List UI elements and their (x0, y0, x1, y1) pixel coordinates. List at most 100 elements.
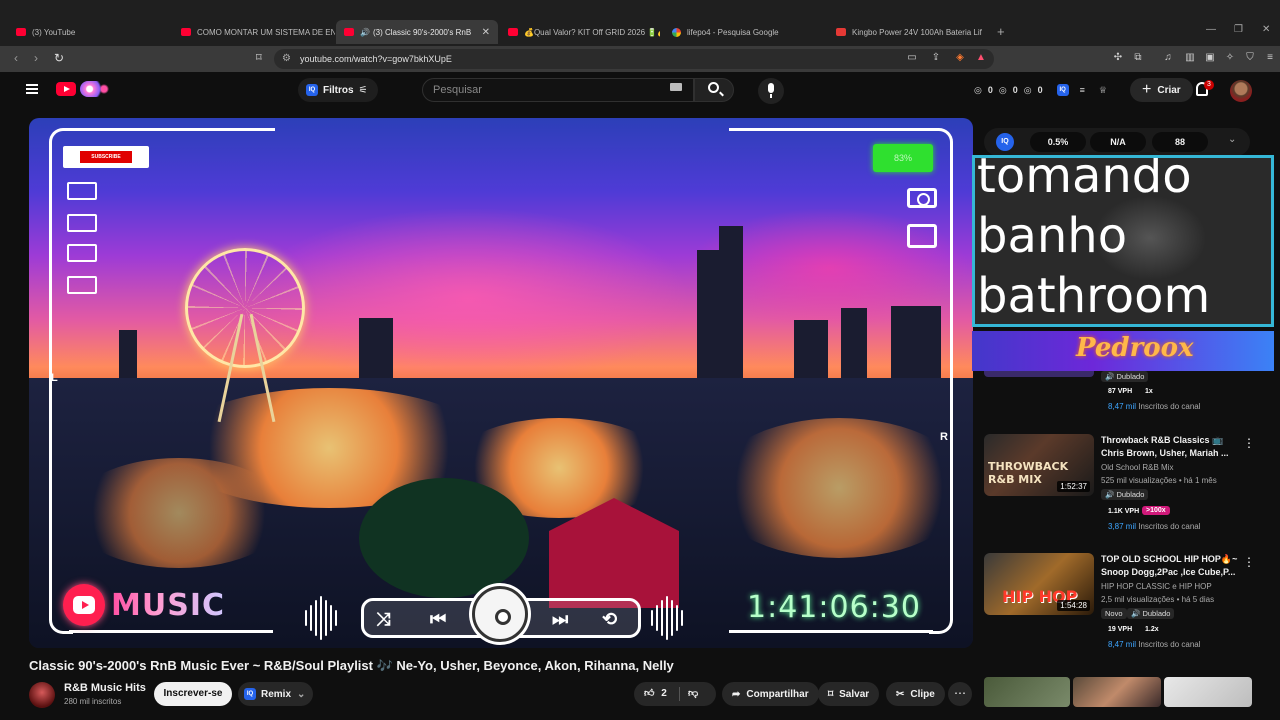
forward-icon[interactable]: › (34, 51, 38, 65)
youtube-icon (344, 28, 354, 36)
video-player[interactable]: SUBSCRIBE 83% L R MUSIC ⤨ ⏮ ⏭ ⟲ 1:41:06:… (29, 118, 973, 648)
subscribe-button[interactable]: Inscrever-se (154, 682, 232, 706)
voice-search-button[interactable] (758, 78, 784, 104)
close-window-icon[interactable]: ✕ (1262, 24, 1270, 35)
thumbs-up-icon: 👍︎ (644, 688, 655, 699)
channel-avatar[interactable] (29, 682, 55, 708)
menu-icon[interactable]: ≡ (1264, 52, 1276, 64)
subs-label: Inscritos do canal (1138, 402, 1201, 411)
store-icon (836, 28, 846, 36)
media-icon[interactable]: ♫ (1162, 52, 1174, 64)
related-video-item[interactable]: THROWBACK R&B MIX 1:52:37 Throwback R&B … (984, 434, 1274, 534)
like-button[interactable]: 👍︎ 2 (644, 687, 667, 699)
site-settings-icon[interactable]: ⚙ (282, 53, 291, 64)
thumbnail[interactable] (984, 677, 1070, 707)
tab-youtube-home[interactable]: (3) YouTube (8, 20, 173, 44)
account-avatar[interactable] (1230, 80, 1252, 102)
tab-label: COMO MONTAR UM SISTEMA DE EN (197, 27, 335, 37)
browser-tab-bar: (3) YouTube COMO MONTAR UM SISTEMA DE EN… (0, 0, 1280, 46)
tab-current-video[interactable]: 🔊 (3) Classic 90's-2000's RnB M ✕ (336, 20, 498, 44)
tab-kingbo[interactable]: Kingbo Power 24V 100Ah Bateria Lif (828, 20, 988, 44)
chevron-down-icon[interactable]: ⌄ (1228, 134, 1236, 145)
thumbnail[interactable] (1073, 677, 1161, 707)
vpn-icon[interactable]: ⛉ (1244, 52, 1256, 64)
banner-text: Pedroox (1076, 333, 1194, 363)
youtube-icon (508, 28, 518, 36)
dubbed-badge: 🔊 Dublado (1127, 608, 1175, 619)
tab-como-montar[interactable]: COMO MONTAR UM SISTEMA DE EN (173, 20, 335, 44)
battery-indicator: 83% (873, 144, 933, 172)
list-icon[interactable]: ≡ (1080, 85, 1085, 95)
channel-name: HIP HOP CLASSIC e HIP HOP (1101, 582, 1212, 591)
search-placeholder: Pesquisar (433, 84, 482, 96)
notification-badge: 3 (1204, 80, 1214, 90)
clip-button[interactable]: ✂ Clipe (886, 682, 945, 706)
hamburger-menu-icon[interactable] (26, 84, 38, 94)
filters-button[interactable]: IQ Filtros ⚟ (298, 78, 378, 102)
previous-icon: ⏮ (430, 609, 447, 629)
overlay-text-line: tomando (977, 155, 1192, 204)
video-title: Classic 90's-2000's RnB Music Ever ~ R&B… (29, 658, 674, 673)
search-input[interactable]: Pesquisar (422, 78, 694, 102)
address-bar[interactable]: ⚙ youtube.com/watch?v=gow7bkhXUpE (274, 49, 994, 69)
doodle-logo[interactable] (80, 81, 112, 97)
back-icon[interactable]: ‹ (14, 51, 18, 65)
channel-name[interactable]: R&B Music Hits (64, 682, 146, 694)
brightness-icon (67, 214, 97, 232)
minimize-icon[interactable]: — (1206, 24, 1216, 35)
extension-stats: ◎ 0 ◎ 0 ◎ 0 IQ ≡ ♕ (974, 84, 1107, 96)
iq-icon[interactable]: IQ (1056, 84, 1069, 96)
wallet-icon[interactable]: ▣ (1204, 52, 1216, 64)
tab-label: Kingbo Power 24V 100Ah Bateria Lif (852, 27, 982, 37)
youtube-logo[interactable] (56, 82, 76, 96)
tab-kit-off-grid[interactable]: 💰Qual Valor? KIT Off GRID 2026 🔋💰 (500, 20, 660, 44)
extensions-icon[interactable]: ✣ (1112, 52, 1124, 64)
thumbnail[interactable] (1164, 677, 1252, 707)
music-text: MUSIC (111, 587, 225, 623)
bookmark-icon[interactable]: ⌑ (256, 51, 262, 64)
share-button[interactable]: ➦ Compartilhar (722, 682, 819, 706)
multiplier-badge: 1x (1145, 388, 1153, 395)
trophy-icon[interactable]: ♕ (1099, 85, 1107, 96)
create-button[interactable]: + Criar (1130, 78, 1193, 102)
kebab-menu-icon[interactable]: ⋮ (1243, 555, 1255, 569)
sound-wave-left (305, 596, 337, 640)
more-actions-button[interactable]: ⋯ (948, 682, 972, 706)
kebab-menu-icon[interactable]: ⋮ (1243, 436, 1255, 450)
dislike-button[interactable]: 👎︎ (688, 687, 698, 699)
vph-badge: 87 VPH (1108, 388, 1133, 395)
downloads-icon[interactable]: ⧉ (1132, 52, 1144, 64)
keyboard-icon[interactable] (670, 83, 682, 91)
divider (679, 687, 680, 701)
sidebar-icon[interactable]: ▥ (1184, 52, 1196, 64)
save-button[interactable]: ⌑ Salvar (818, 682, 880, 706)
youtube-icon (181, 28, 191, 36)
leo-icon[interactable]: ✧ (1224, 52, 1236, 64)
scissors-icon: ✂ (896, 688, 905, 700)
tab-google-search[interactable]: lifepo4 - Pesquisa Google (664, 20, 828, 44)
sound-wave-right (651, 596, 683, 640)
dubbed-badge: 🔊 Dublado (1101, 371, 1149, 382)
search-icon (708, 82, 719, 93)
new-tab-icon[interactable]: + (997, 24, 1005, 39)
related-video-partial[interactable]: 🔊 Dublado 87 VPH 1x 8,47 mil Inscritos d… (984, 371, 1274, 415)
cast-icon[interactable]: ▭ (906, 52, 918, 64)
iq-stats-bar: IQ 0.5% N/A 88 ⌄ (984, 128, 1250, 156)
subs-value: 3,87 mil (1108, 522, 1137, 531)
browser-nav-bar: ‹ › ↻ ⌑ ⚙ youtube.com/watch?v=gow7bkhXUp… (0, 46, 1280, 72)
duration: 1:54:28 (1057, 600, 1090, 611)
eye-icon: ◎ (1023, 84, 1032, 95)
close-tab-icon[interactable]: ✕ (482, 27, 490, 38)
search-button[interactable] (694, 78, 734, 102)
brave-shield-icon[interactable]: ◈ (954, 52, 966, 64)
iq-stat-value: 88 (1152, 132, 1208, 152)
channel-subs-line: 8,47 mil Inscritos do canal (1108, 640, 1201, 649)
remix-button[interactable]: IQ Remix ⌄ (238, 682, 314, 706)
clip-label: Clipe (910, 688, 935, 700)
reload-icon[interactable]: ↻ (54, 51, 64, 65)
fair-lights (709, 418, 969, 558)
maximize-icon[interactable]: ❐ (1234, 24, 1243, 35)
related-video-item[interactable]: HIP HOP 1:54:28 TOP OLD SCHOOL HIP HOP🔥~… (984, 553, 1274, 653)
share-icon[interactable]: ⇪ (930, 52, 942, 64)
rewards-icon[interactable]: ▲ (975, 52, 987, 64)
